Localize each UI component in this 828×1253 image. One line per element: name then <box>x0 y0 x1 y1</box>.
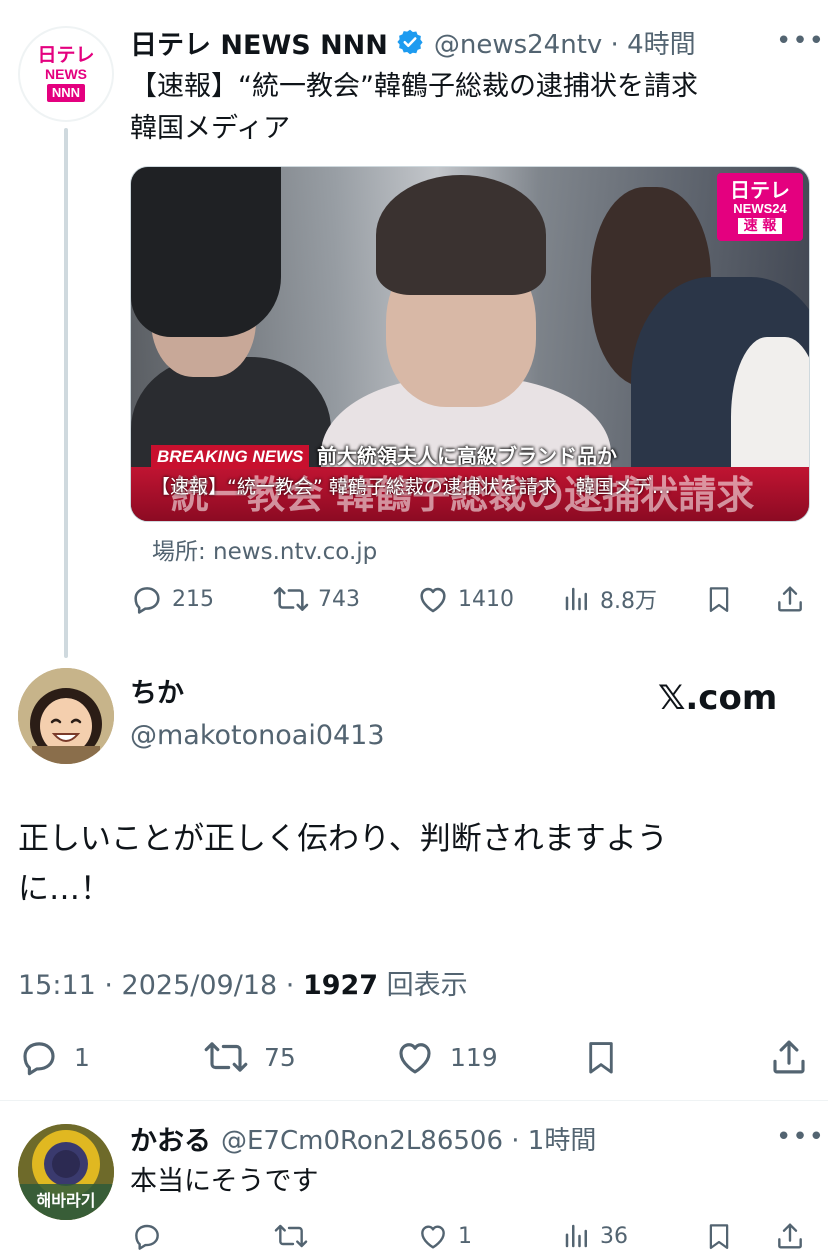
like-icon <box>399 1043 431 1074</box>
tweet-meta: 15:11 · 2025/09/18 · 1927 回表示 <box>18 966 468 1006</box>
like-count: 1 <box>458 1223 472 1249</box>
breaking-news-subtitle: 前大統領夫人に高級ブランド品か <box>317 444 617 468</box>
author-handle[interactable]: @makotonoai0413 <box>130 716 385 756</box>
share-icon <box>773 1040 805 1074</box>
avatar-illustration <box>18 668 114 764</box>
avatar-line1: 日テレ <box>37 45 95 66</box>
author-handle-time[interactable]: @E7Cm0Ron2L86506 · 1時間 <box>221 1120 596 1157</box>
share-button[interactable] <box>768 1036 810 1078</box>
bookmark-icon <box>709 587 729 612</box>
author-name[interactable]: かおる <box>130 1119 211 1158</box>
logo-line1: 日テレ <box>730 179 790 202</box>
like-button[interactable]: 119 <box>394 1036 498 1078</box>
logo-line2: NEWS24 <box>733 200 787 216</box>
bookmark-button[interactable] <box>704 1220 734 1252</box>
repost-count: 743 <box>318 586 360 612</box>
views-icon <box>565 1224 587 1248</box>
avatar-sunflower: 해바라기 <box>18 1124 114 1220</box>
avatar-kaoru[interactable]: 해바라기 <box>18 1124 114 1220</box>
tweet-text: 正しいことが正しく伝わり、判断されますよう に…！ <box>18 814 798 914</box>
quoted-tweet-header: 日テレ NEWS NNN @news24ntv · 4時間 <box>130 22 696 62</box>
views-count: 36 <box>600 1223 628 1249</box>
reply-header: かおる @E7Cm0Ron2L86506 · 1時間 <box>130 1118 596 1158</box>
reply-count: 1 <box>74 1042 90 1072</box>
timestamp[interactable]: 15:11 · 2025/09/18 · <box>18 970 303 1001</box>
text-line2: 韓国メディア <box>130 113 291 144</box>
reply-button[interactable]: 1 <box>18 1036 90 1078</box>
views-button[interactable]: 8.8万 <box>562 582 657 616</box>
reply-button[interactable] <box>130 1220 172 1252</box>
reply-icon <box>134 587 160 614</box>
view-label: 回表示 <box>378 970 468 1001</box>
avatar-line3: NNN <box>46 84 86 102</box>
bookmark-button[interactable] <box>582 1036 620 1078</box>
repost-icon <box>274 1224 308 1248</box>
media-person <box>131 167 281 337</box>
text-line1: 正しいことが正しく伝わり、判断されますよう <box>18 821 668 857</box>
author-handle-time[interactable]: @news24ntv · 4時間 <box>434 24 696 61</box>
share-button[interactable] <box>774 582 806 616</box>
news-ticker: 統一教会 韓鶴子総裁の逮捕状請求 【速報】“統一教会” 韓鶴子総裁の逮捕状を請求… <box>131 467 809 521</box>
breaking-news-label: BREAKING NEWS <box>151 445 310 469</box>
bookmark-icon <box>709 1224 729 1249</box>
like-button[interactable]: 1410 <box>416 582 514 616</box>
like-button[interactable]: 1 <box>416 1220 472 1252</box>
avatar-chika[interactable] <box>18 668 114 764</box>
news-media-image[interactable]: 日テレ NEWS24 速 報 統一教会 韓鶴子総裁の逮捕状請求 【速報】“統一教… <box>130 166 810 522</box>
like-icon <box>420 587 446 613</box>
share-button[interactable] <box>774 1220 806 1252</box>
media-person <box>376 175 546 295</box>
like-icon <box>421 1225 445 1249</box>
like-count: 119 <box>450 1042 498 1072</box>
repost-icon <box>204 1042 248 1072</box>
more-icon[interactable]: ••• <box>776 1122 825 1152</box>
bookmark-icon <box>589 1042 613 1074</box>
repost-button[interactable] <box>272 1220 318 1252</box>
text-line1: 【速報】“統一教会”韓鶴子総裁の逮捕状を請求 <box>130 71 698 102</box>
ntv-news24-logo: 日テレ NEWS24 速 報 <box>717 173 803 241</box>
views-icon <box>565 587 587 611</box>
reply-icon <box>135 1224 159 1250</box>
link-source[interactable]: 場所: news.ntv.co.jp <box>152 532 377 566</box>
ticker-headline: 【速報】“統一教会” 韓鶴子総裁の逮捕状を請求 韓国メデ… <box>151 476 671 498</box>
quoted-tweet-text: 【速報】“統一教会”韓鶴子総裁の逮捕状を請求 韓国メディア <box>130 66 810 150</box>
logo-line3: 速 報 <box>737 217 783 234</box>
author-name[interactable]: ちか <box>130 674 184 714</box>
thread-line <box>64 128 68 658</box>
x-com-logo: 𝕏.com <box>658 678 778 718</box>
share-icon <box>778 1223 802 1249</box>
like-count: 1410 <box>458 586 514 612</box>
bookmark-button[interactable] <box>704 582 734 616</box>
reply-icon <box>23 1042 55 1076</box>
reply-text: 本当にそうです <box>130 1166 319 1197</box>
avatar-text: 해바라기 <box>37 1191 96 1210</box>
views-count: 8.8万 <box>600 589 657 614</box>
text-line2: に…！ <box>18 871 111 907</box>
avatar-ntv[interactable]: 日テレ NEWS NNN <box>18 26 114 122</box>
divider <box>0 1100 828 1101</box>
reply-count: 215 <box>172 586 214 612</box>
more-icon[interactable]: ••• <box>776 26 825 56</box>
verified-icon <box>397 29 423 55</box>
view-count: 1927 <box>302 970 379 1001</box>
views-button[interactable]: 36 <box>562 1220 628 1252</box>
author-name[interactable]: 日テレ NEWS NNN <box>130 23 388 62</box>
repost-button[interactable]: 75 <box>202 1036 296 1078</box>
repost-icon <box>273 587 309 611</box>
reply-button[interactable]: 215 <box>130 582 214 616</box>
repost-button[interactable]: 743 <box>272 582 360 616</box>
share-icon <box>778 586 802 612</box>
repost-count: 75 <box>264 1042 296 1072</box>
avatar-line2: NEWS <box>45 66 87 82</box>
